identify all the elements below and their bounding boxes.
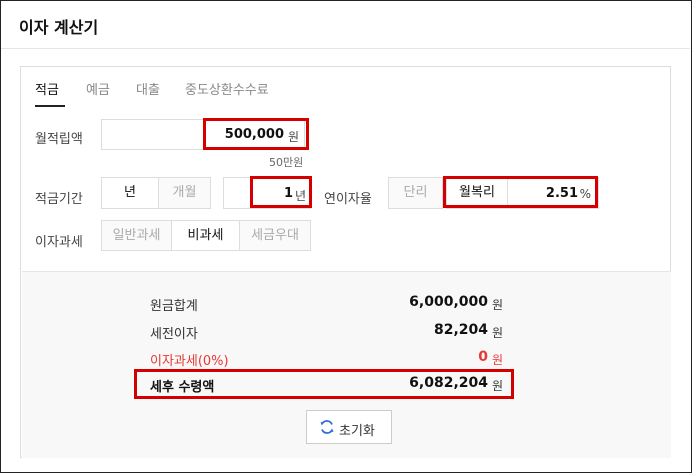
- rate-label: 연이자율: [324, 192, 372, 207]
- net-amount-label: 세후 수령액: [150, 380, 215, 395]
- window-header: 이자 계산기: [1, 1, 690, 49]
- tab-loan[interactable]: 대출: [136, 79, 160, 98]
- principal-total-label: 원금합계: [150, 299, 198, 314]
- pretax-interest-unit: 원: [492, 326, 504, 340]
- period-month-toggle[interactable]: 개월: [158, 177, 211, 209]
- tab-prepayment-fee[interactable]: 중도상환수수료: [185, 79, 269, 98]
- rate-value: 2.51: [545, 186, 578, 201]
- pretax-interest-value: 82,204: [433, 322, 488, 338]
- monthly-deposit-input[interactable]: 500,000 원: [101, 119, 305, 150]
- tax-general-toggle[interactable]: 일반과세: [101, 220, 172, 251]
- tab-savings[interactable]: 적금: [35, 79, 59, 98]
- net-amount-value: 6,082,204: [409, 375, 488, 391]
- net-amount-unit: 원: [492, 379, 504, 393]
- tab-active-indicator: [35, 105, 65, 107]
- refresh-icon: [320, 420, 334, 434]
- principal-total-unit: 원: [492, 298, 504, 312]
- interest-tax-unit: 원: [492, 353, 504, 367]
- reset-button[interactable]: 초기화: [306, 410, 392, 444]
- monthly-deposit-unit: 원: [287, 130, 299, 144]
- monthly-deposit-hint: 50만원: [269, 156, 304, 169]
- reset-button-label: 초기화: [339, 424, 375, 439]
- period-input[interactable]: 1 년: [223, 177, 311, 209]
- interest-tax-value: 0: [478, 349, 488, 365]
- rate-input[interactable]: 2.51 %: [507, 177, 599, 209]
- period-unit: 년: [294, 189, 306, 203]
- monthly-deposit-value: 500,000: [224, 127, 284, 142]
- rate-simple-toggle[interactable]: 단리: [388, 177, 443, 209]
- result-panel: 원금합계 6,000,000 원 세전이자 82,204 원 이자과세(0%) …: [22, 271, 671, 458]
- tax-exempt-toggle[interactable]: 비과세: [171, 220, 240, 251]
- tab-deposit[interactable]: 예금: [86, 79, 110, 98]
- principal-total-value: 6,000,000: [409, 294, 488, 310]
- period-value: 1: [283, 186, 293, 201]
- tax-label: 이자과세: [35, 235, 83, 250]
- pretax-interest-label: 세전이자: [150, 327, 198, 342]
- period-year-toggle[interactable]: 년: [101, 177, 159, 209]
- period-label: 적금기간: [35, 192, 83, 207]
- calculator-card: 적금 예금 대출 중도상환수수료 월적립액 500,000 원 50만원 적금기…: [20, 66, 671, 458]
- rate-unit: %: [579, 187, 591, 201]
- monthly-deposit-label: 월적립액: [35, 132, 83, 147]
- interest-tax-label: 이자과세(0%): [150, 354, 229, 369]
- page-title: 이자 계산기: [19, 18, 99, 37]
- rate-compound-toggle[interactable]: 월복리: [446, 177, 508, 209]
- tax-preferred-toggle[interactable]: 세금우대: [239, 220, 311, 251]
